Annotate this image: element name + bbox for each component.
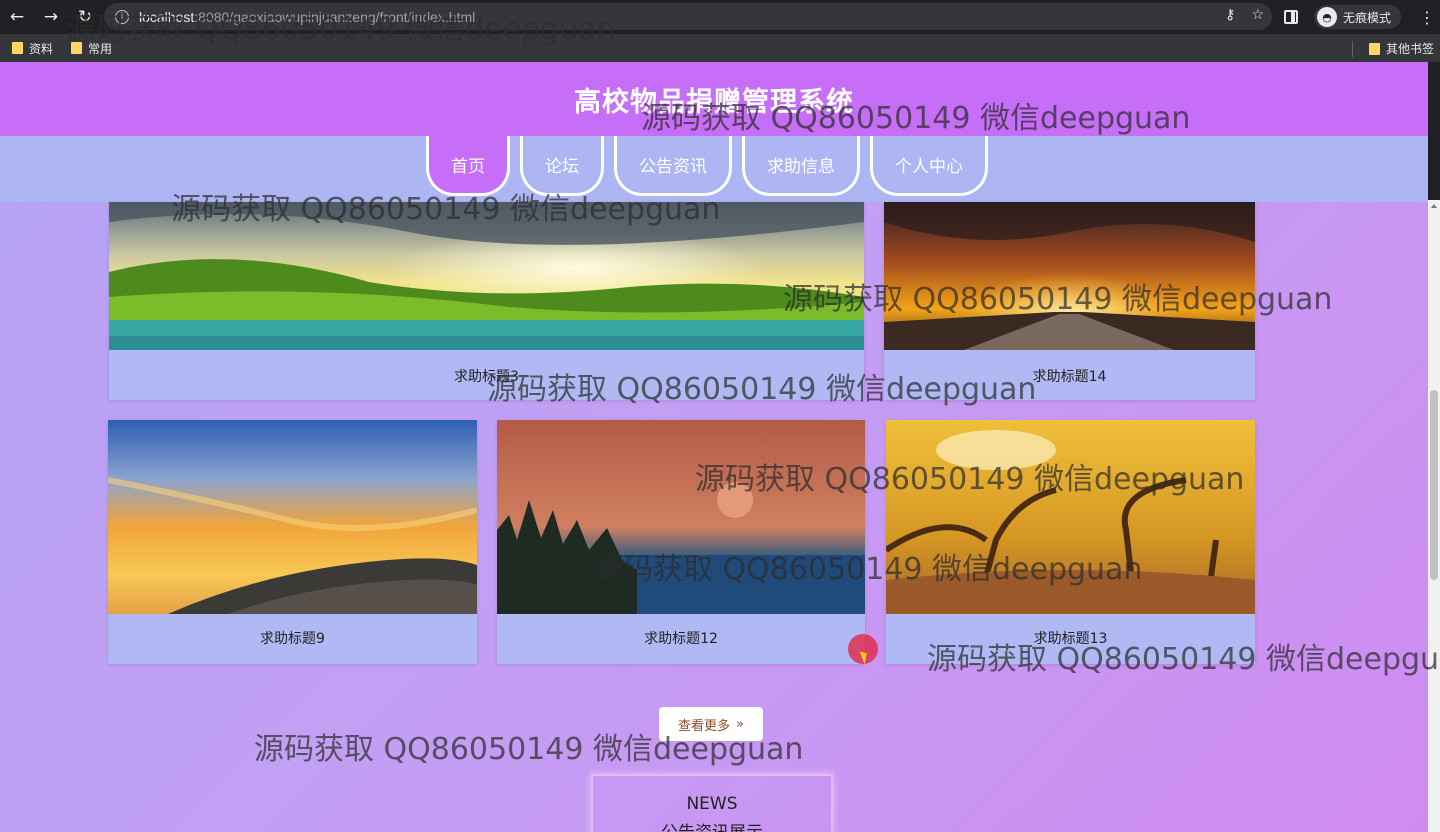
site-title: 高校物品捐赠管理系统 bbox=[574, 87, 854, 118]
divider bbox=[1351, 40, 1353, 57]
url-text[interactable]: localhost:8080/gaoxiaowupinjuanzeng/fron… bbox=[139, 9, 475, 25]
card-image bbox=[108, 420, 477, 614]
bookmark-label: 资料 bbox=[29, 41, 54, 56]
incognito-label: 无痕模式 bbox=[1343, 10, 1392, 25]
card-image bbox=[109, 202, 864, 350]
card-image bbox=[886, 420, 1255, 614]
other-bookmarks[interactable]: 其他书签 bbox=[1368, 40, 1434, 57]
nav-item-profile[interactable]: 个人中心 bbox=[870, 136, 988, 196]
bookmark-label: 其他书签 bbox=[1385, 42, 1434, 56]
address-bar[interactable]: i localhost:8080/gaoxiaowupinjuanzeng/fr… bbox=[104, 3, 1272, 30]
reload-icon[interactable]: ↻ bbox=[74, 6, 96, 28]
incognito-icon: ◓ bbox=[1317, 7, 1337, 27]
url-host: localhost bbox=[139, 8, 195, 25]
help-card[interactable]: 求助标题3 bbox=[109, 202, 864, 400]
kebab-menu-icon[interactable]: ⋮ bbox=[1419, 8, 1435, 27]
forward-icon[interactable]: → bbox=[40, 6, 62, 28]
card-title: 求助标题3 bbox=[454, 369, 519, 385]
back-icon[interactable]: ← bbox=[6, 6, 28, 28]
incognito-indicator[interactable]: ◓ 无痕模式 bbox=[1314, 5, 1402, 29]
news-heading-en: NEWS bbox=[686, 794, 738, 814]
help-card[interactable]: 求助标题14 bbox=[884, 202, 1255, 400]
site-header: 高校物品捐赠管理系统 bbox=[0, 62, 1428, 136]
card-image bbox=[884, 202, 1255, 350]
card-title: 求助标题12 bbox=[644, 631, 718, 647]
scroll-up-icon[interactable] bbox=[1431, 204, 1437, 208]
scroll-thumb[interactable] bbox=[1430, 390, 1438, 580]
browser-toolbar: ← → ↻ i localhost:8080/gaoxiaowupinjuanz… bbox=[0, 0, 1440, 34]
card-title: 求助标题9 bbox=[260, 631, 325, 647]
card-image bbox=[497, 420, 865, 614]
info-icon[interactable]: i bbox=[115, 9, 129, 24]
double-chevron-right-icon: » bbox=[736, 716, 744, 732]
main-nav: 首页 论坛 公告资讯 求助信息 个人中心 bbox=[0, 136, 1428, 202]
bookmarks-bar: 资料 常用 其他书签 bbox=[0, 34, 1440, 62]
bookmark-folder[interactable]: 常用 bbox=[71, 40, 112, 57]
nav-item-news[interactable]: 公告资讯 bbox=[614, 136, 732, 196]
folder-icon bbox=[12, 42, 23, 54]
page-viewport: 高校物品捐赠管理系统 首页 论坛 公告资讯 求助信息 个人中心 求助标题3 求助… bbox=[0, 62, 1428, 832]
folder-icon bbox=[1368, 42, 1380, 55]
news-section-heading: NEWS 公告资讯展示 bbox=[591, 774, 833, 832]
folder-icon bbox=[71, 42, 83, 54]
card-title: 求助标题13 bbox=[1033, 631, 1108, 647]
bookmark-label: 常用 bbox=[88, 41, 113, 56]
url-path: :8080/gaoxiaowupinjuanzeng/front/index.h… bbox=[194, 8, 476, 25]
help-card[interactable]: 求助标题13 bbox=[886, 420, 1255, 664]
side-panel-icon[interactable] bbox=[1284, 10, 1298, 24]
card-title: 求助标题14 bbox=[1032, 369, 1107, 385]
bookmark-folder[interactable]: 资料 bbox=[12, 40, 53, 57]
view-more-button[interactable]: 查看更多 » bbox=[659, 707, 763, 741]
news-heading-cn: 公告资讯展示 bbox=[593, 818, 831, 832]
nav-item-help[interactable]: 求助信息 bbox=[742, 136, 860, 196]
view-more-label: 查看更多 bbox=[678, 718, 731, 734]
key-icon[interactable]: ⚷ bbox=[1225, 7, 1235, 23]
nav-item-home[interactable]: 首页 bbox=[426, 136, 510, 196]
help-card[interactable]: 求助标题9 bbox=[108, 420, 477, 664]
help-card[interactable]: 求助标题12 bbox=[497, 420, 865, 664]
star-icon[interactable]: ☆ bbox=[1251, 7, 1264, 23]
page-scrollbar[interactable] bbox=[1428, 200, 1440, 832]
nav-item-forum[interactable]: 论坛 bbox=[520, 136, 604, 196]
